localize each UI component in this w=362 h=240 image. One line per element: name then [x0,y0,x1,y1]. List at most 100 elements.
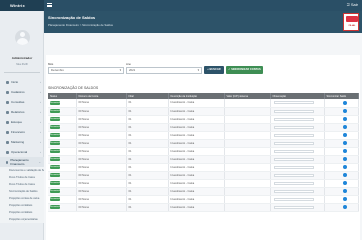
branch-cell: 01 [126,203,169,212]
observation-input[interactable] [273,101,314,105]
submenu-item[interactable]: Documentos e validação de Saldos [9,167,44,174]
sync-icon[interactable] [342,197,347,201]
submenu-item[interactable]: Fluxo Títulos de Caixa [9,174,44,181]
menu-icon[interactable] [47,3,52,7]
submenu-item[interactable]: Projeções contábeis [9,209,44,216]
status-cell: Sincronizado [48,115,77,124]
month-select[interactable]: Dezembro ▾ [48,67,124,74]
observation-input[interactable] [273,181,314,185]
sidebar-item-label: Consultas [11,100,25,104]
status-badge: Sincronizado [50,117,62,121]
breadcrumb[interactable]: Planejamento Financeiro > Sincronização … [48,23,113,27]
status-badge: Sincronizado [50,149,62,153]
sidebar-item-financeiro[interactable]: Financeiro › [0,127,44,137]
observation-input[interactable] [273,189,314,193]
page-header: Sincronização de Saldos Planejamento Fin… [44,11,362,33]
submenu-item[interactable]: Projeções orçamentárias [9,216,44,223]
observation-cell [270,179,325,188]
observation-input[interactable] [273,133,314,137]
sidebar-item-home[interactable]: Início › [0,77,44,87]
sidebar-item-marketing[interactable]: Marketing › [0,137,44,147]
logout-label: Sair [350,2,358,7]
sidebar-item-operacional[interactable]: Operacional › [0,147,44,157]
sync-icon[interactable] [342,173,347,177]
search-button[interactable]: ⌕ BUSCAR [204,66,224,74]
status-cell: Sincronizado [48,139,77,148]
observation-input[interactable] [273,141,314,145]
observation-input[interactable] [273,165,314,169]
logout-button[interactable]: ⎋ Sair [347,2,358,7]
marketing-icon [6,140,9,144]
branch-cell: 01 [126,131,169,140]
observation-input[interactable] [273,157,314,161]
cadastros-icon [6,90,9,94]
status-cell: Sincronizado [48,131,77,140]
chevron-down-icon: ▾ [119,68,121,72]
sync-icon[interactable] [342,117,347,121]
branch-cell: 01 [126,123,169,132]
sync-cell [324,107,359,116]
sync-icon[interactable] [342,157,347,161]
sidebar-item-estoque[interactable]: Estoque › [0,117,44,127]
sidebar: Administrador Meu Perfil Início › Cadast… [0,11,44,240]
sync-icon[interactable] [342,165,347,169]
table-row: Sincronizado 00 Nome 01 Investimento - C… [48,147,359,156]
sync-icon[interactable] [342,133,347,137]
account-cell: 00 Nome [76,179,127,188]
submenu-item[interactable]: Sincronização de Saldos [9,188,44,195]
observation-input[interactable] [273,197,314,201]
chevron-right-icon: › [40,80,41,84]
observation-cell [270,187,325,196]
value-cell [224,99,271,108]
sidebar-item-relatorios[interactable]: Relatórios › [0,107,44,117]
sidebar-item-label: Relatórios [11,110,25,114]
sidebar-divider [4,72,40,73]
money-icon [6,130,9,134]
submenu-item[interactable]: Projeções contas de caixa [9,195,44,202]
account-cell: 00 Nome [76,107,127,116]
sync-icon[interactable] [342,149,347,153]
status-badge: Sincronizado [50,100,62,105]
branch-cell: 01 [126,171,169,180]
sidebar-item-label: Marketing [11,140,25,144]
year-select[interactable]: 2021 ▾ [126,67,202,74]
chevron-right-icon: › [40,130,41,134]
profile-link[interactable]: Meu Perfil [4,63,40,66]
sidebar-item-label: Estoque [11,120,23,124]
sync-icon[interactable] [342,189,347,193]
branch-cell: 01 [126,179,169,188]
observation-input[interactable] [273,125,314,129]
sidebar-item-planejamento[interactable]: Planejamento Financeiro ⌄ [0,157,44,167]
table-row: Sincronizado 00 Nome 01 Investimento - C… [48,99,359,108]
sync-icon[interactable] [342,125,347,129]
observation-input[interactable] [273,173,314,177]
status-cell: Sincronizado [48,99,77,108]
sidebar-item-consultas[interactable]: Consultas › [0,97,44,107]
observation-input[interactable] [273,205,314,209]
observation-input[interactable] [273,109,314,113]
avatar [15,30,30,45]
sync-icon[interactable] [342,205,347,209]
status-badge: Sincronizado [50,125,62,129]
sync-cell [324,171,359,180]
value-cell [224,179,271,188]
chevron-right-icon: › [40,90,41,94]
sync-accounts-button[interactable]: ✓ SINCRONIZAR CONTAS [226,66,263,74]
submenu-item[interactable]: Projeções contábeis [9,202,44,209]
status-badge: Sincronizado [50,197,62,201]
sync-icon[interactable] [342,109,347,113]
observation-input[interactable] [273,117,314,121]
sync-button-label: SINCRONIZAR CONTAS [231,68,261,71]
status-badge: Sincronizado [50,189,62,193]
sync-cell [324,115,359,124]
sidebar-item-cadastros[interactable]: Cadastros › [0,87,44,97]
section-title: SINCRONIZAÇÃO DE SALDOS [48,86,99,90]
sync-icon[interactable] [342,141,347,145]
observation-input[interactable] [273,149,314,153]
status-badge: Sincronizado [50,141,62,145]
branch-cell: 01 [126,155,169,164]
sync-icon[interactable] [342,181,347,185]
submenu-item[interactable]: Fluxo Títulos de Caixa [9,181,44,188]
status-cell: Sincronizado [48,107,77,116]
sync-icon[interactable] [342,100,347,105]
